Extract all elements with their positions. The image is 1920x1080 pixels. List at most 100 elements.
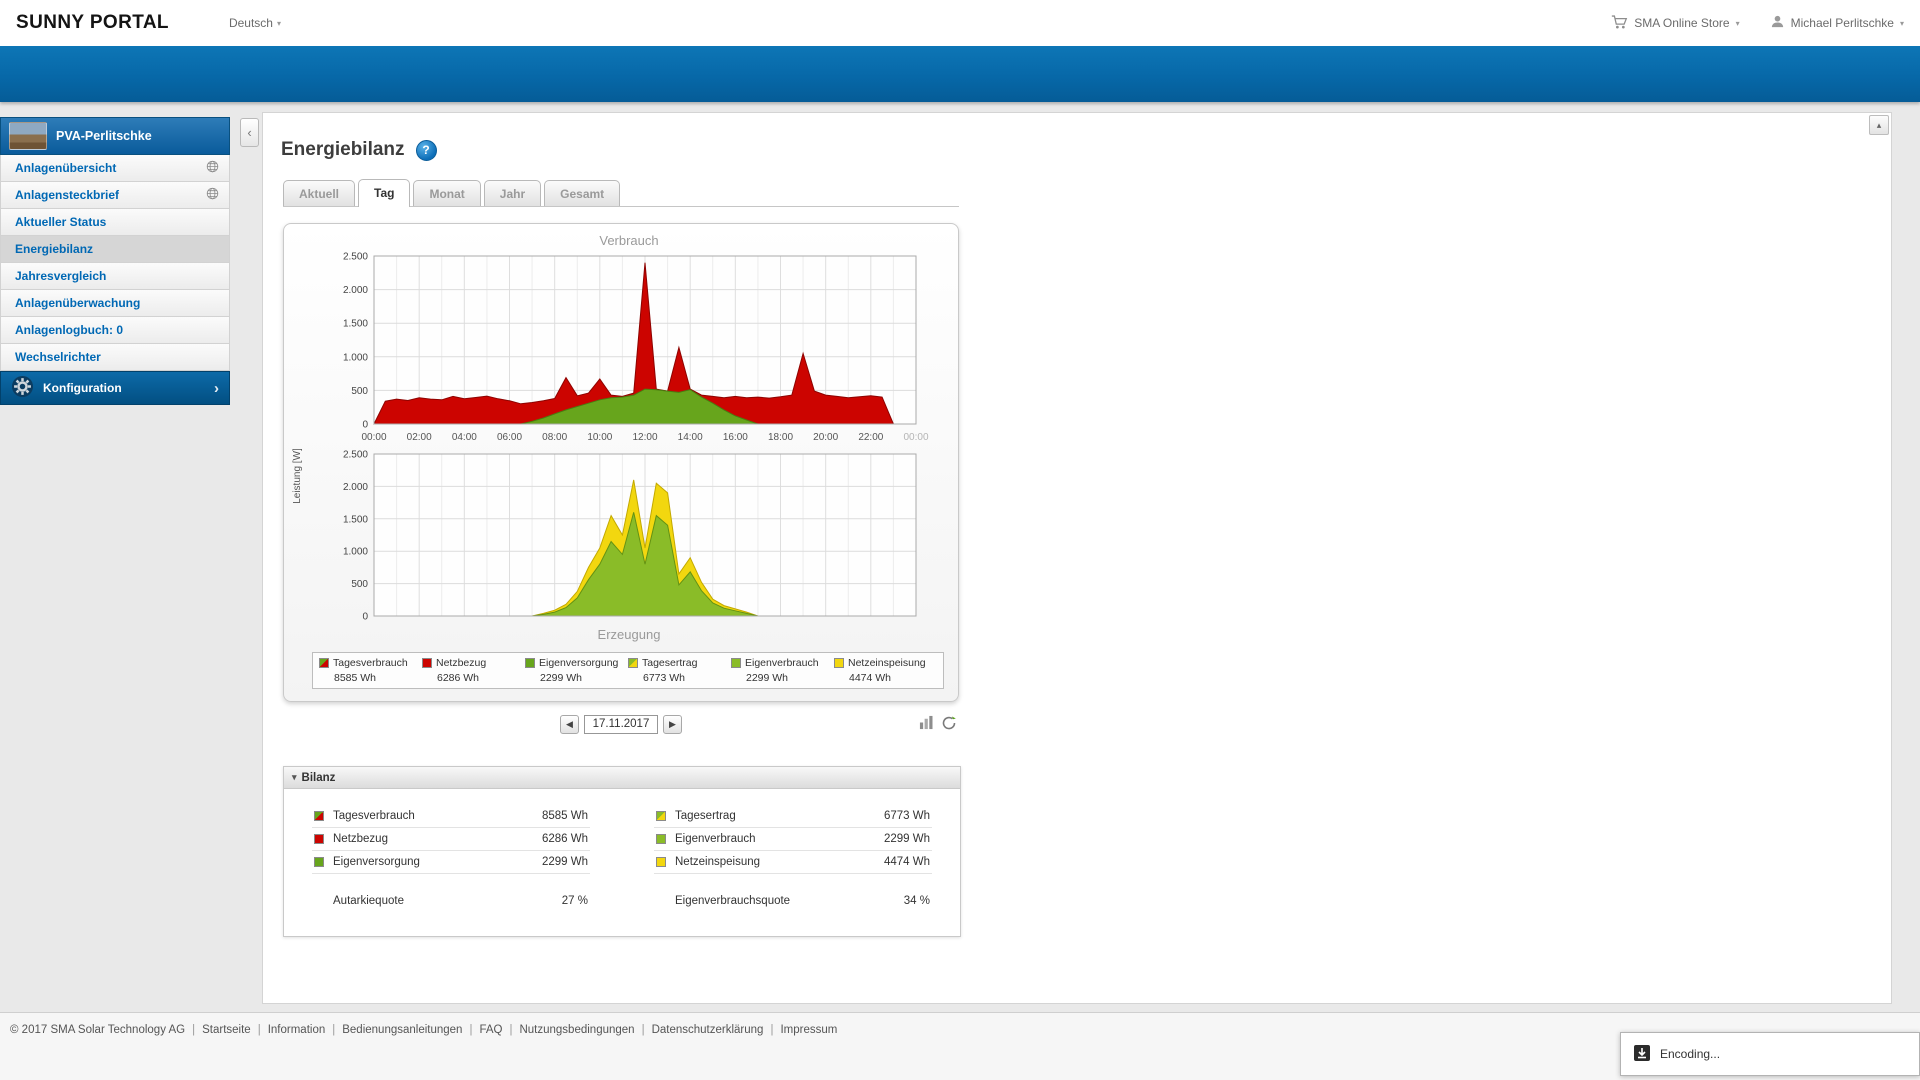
plant-thumbnail	[9, 122, 47, 150]
sidebar-item-anlagensteckbrief[interactable]: Anlagensteckbrief	[0, 182, 230, 209]
bilanz-row-value: 27 %	[561, 895, 588, 907]
svg-text:2.000: 2.000	[343, 482, 368, 493]
svg-text:500: 500	[351, 579, 368, 590]
tab-gesamt[interactable]: Gesamt	[544, 180, 621, 206]
sidebar-item-konfiguration[interactable]: Konfiguration ›	[0, 371, 230, 405]
footer-separator: |	[641, 1024, 645, 1036]
svg-text:10:00: 10:00	[587, 432, 612, 443]
legend-color-chip	[319, 658, 329, 668]
legend-item-netzbezug: Netzbezug 6286 Wh	[422, 657, 525, 684]
scroll-up-button[interactable]: ▴	[1869, 115, 1889, 135]
footer-link-information[interactable]: Information	[268, 1024, 326, 1036]
sidebar-item-label: Anlagenübersicht	[15, 161, 117, 175]
language-label: Deutsch	[228, 16, 273, 30]
bilanz-row-value: 34 %	[903, 895, 930, 907]
svg-text:500: 500	[351, 386, 368, 397]
next-day-button[interactable]: ▶	[663, 714, 682, 734]
footer-link-faq[interactable]: FAQ	[479, 1024, 502, 1036]
legend-label: Eigenversorgung	[539, 657, 619, 669]
footer-link-datenschutzerklaerung[interactable]: Datenschutzerklärung	[652, 1024, 764, 1036]
chevron-down-icon: ▾	[1735, 18, 1740, 28]
legend-label: Netzeinspeisung	[848, 657, 926, 669]
chevron-right-icon: ›	[214, 379, 219, 397]
svg-text:04:00: 04:00	[452, 432, 477, 443]
bilanz-color-chip	[314, 834, 324, 844]
sidebar-item-label: Energiebilanz	[15, 242, 94, 256]
legend-item-tagesertrag: Tagesertrag 6773 Wh	[628, 657, 731, 684]
sidebar-item-wechselrichter[interactable]: Wechselrichter	[0, 344, 230, 371]
table-view-icon[interactable]	[919, 715, 934, 731]
plant-name: PVA-Perlitschke	[56, 129, 152, 143]
top-bar: SUNNY PORTAL Deutsch ▾ SMA Online Store …	[0, 0, 1920, 46]
sidebar-item-label: Aktueller Status	[15, 215, 107, 229]
bilanz-color-chip	[656, 811, 666, 821]
footer-separator: |	[332, 1024, 336, 1036]
legend-value: 2299 Wh	[746, 672, 789, 684]
footer-link-bedienungsanleitungen[interactable]: Bedienungsanleitungen	[342, 1024, 462, 1036]
svg-text:0: 0	[362, 420, 368, 431]
user-menu[interactable]: Michael Perlitschke ▾	[1770, 14, 1904, 32]
svg-text:00:00: 00:00	[903, 432, 928, 443]
bilanz-row-label: Tagesverbrauch	[333, 810, 415, 822]
prev-day-button[interactable]: ◀	[560, 714, 579, 734]
chevron-down-icon: ▾	[276, 18, 281, 28]
chart-settings-icon[interactable]	[941, 715, 957, 731]
footer-link-nutzungsbedingungen[interactable]: Nutzungsbedingungen	[519, 1024, 634, 1036]
legend-item-eigenversorgung: Eigenversorgung 2299 Wh	[525, 657, 628, 684]
plant-header[interactable]: PVA-Perlitschke	[0, 117, 230, 155]
legend-item-eigenverbrauch: Eigenverbrauch 2299 Wh	[731, 657, 834, 684]
footer-separator: |	[770, 1024, 774, 1036]
svg-text:06:00: 06:00	[497, 432, 522, 443]
legend-color-chip	[422, 658, 432, 668]
sidebar-item-anlagenuebersicht[interactable]: Anlagenübersicht	[0, 155, 230, 182]
sidebar-item-energiebilanz[interactable]: Energiebilanz	[0, 236, 230, 263]
svg-text:02:00: 02:00	[407, 432, 432, 443]
tab-monat[interactable]: Monat	[413, 180, 481, 206]
bilanz-header[interactable]: ▾ Bilanz	[284, 767, 960, 789]
bilanz-row-value: 8585 Wh	[541, 810, 588, 822]
page-title: Energiebilanz	[281, 139, 405, 160]
tab-jahr[interactable]: Jahr	[483, 180, 542, 206]
legend-item-netzeinspeisung: Netzeinspeisung 4474 Wh	[834, 657, 937, 684]
help-icon[interactable]: ?	[415, 139, 437, 161]
chevron-down-icon: ▾	[1899, 18, 1904, 28]
svg-text:08:00: 08:00	[542, 432, 567, 443]
globe-icon	[206, 160, 219, 176]
footer-separator: |	[469, 1024, 473, 1036]
legend-label: Eigenverbrauch	[745, 657, 819, 669]
footer-link-startseite[interactable]: Startseite	[202, 1024, 251, 1036]
verbrauch-chart-title: Verbrauch	[599, 233, 659, 248]
bilanz-row-netzeinspeisung: Netzeinspeisung 4474 Wh	[654, 851, 932, 874]
date-input[interactable]	[584, 714, 658, 734]
svg-text:2.500: 2.500	[343, 252, 368, 263]
sidebar-item-anlagenueberwachung[interactable]: Anlagenüberwachung	[0, 290, 230, 317]
bilanz-row-label: Eigenverbrauch	[675, 833, 756, 845]
legend-color-chip	[834, 658, 844, 668]
svg-text:2.500: 2.500	[343, 450, 368, 461]
svg-text:20:00: 20:00	[813, 432, 838, 443]
sidebar-item-jahresvergleich[interactable]: Jahresvergleich	[0, 263, 230, 290]
online-store-link[interactable]: SMA Online Store ▾	[1611, 14, 1740, 33]
bilanz-row-tagesertrag: Tagesertrag 6773 Wh	[654, 805, 932, 828]
footer-link-impressum[interactable]: Impressum	[780, 1024, 837, 1036]
language-selector[interactable]: Deutsch ▾	[229, 16, 281, 30]
bilanz-row-label: Netzbezug	[333, 833, 388, 845]
svg-text:0: 0	[362, 612, 368, 623]
legend-value: 4474 Wh	[849, 672, 892, 684]
sidebar-collapse-button[interactable]: ‹	[240, 118, 259, 147]
footer-separator: |	[192, 1024, 196, 1036]
sidebar-item-anlagenlogbuch-0[interactable]: Anlagenlogbuch: 0	[0, 317, 230, 344]
user-icon	[1770, 14, 1785, 32]
header-band	[0, 46, 1920, 102]
svg-text:1.500: 1.500	[343, 319, 368, 330]
globe-icon	[206, 187, 219, 203]
footer-separator: |	[509, 1024, 513, 1036]
tab-aktuell[interactable]: Aktuell	[283, 180, 356, 206]
svg-text:22:00: 22:00	[858, 432, 883, 443]
tab-tag[interactable]: Tag	[358, 179, 411, 207]
sidebar-item-aktueller-status[interactable]: Aktueller Status	[0, 209, 230, 236]
legend-value: 2299 Wh	[540, 672, 583, 684]
legend-value: 8585 Wh	[334, 672, 377, 684]
user-name-label: Michael Perlitschke	[1790, 16, 1894, 30]
encoding-icon	[1633, 1044, 1651, 1065]
